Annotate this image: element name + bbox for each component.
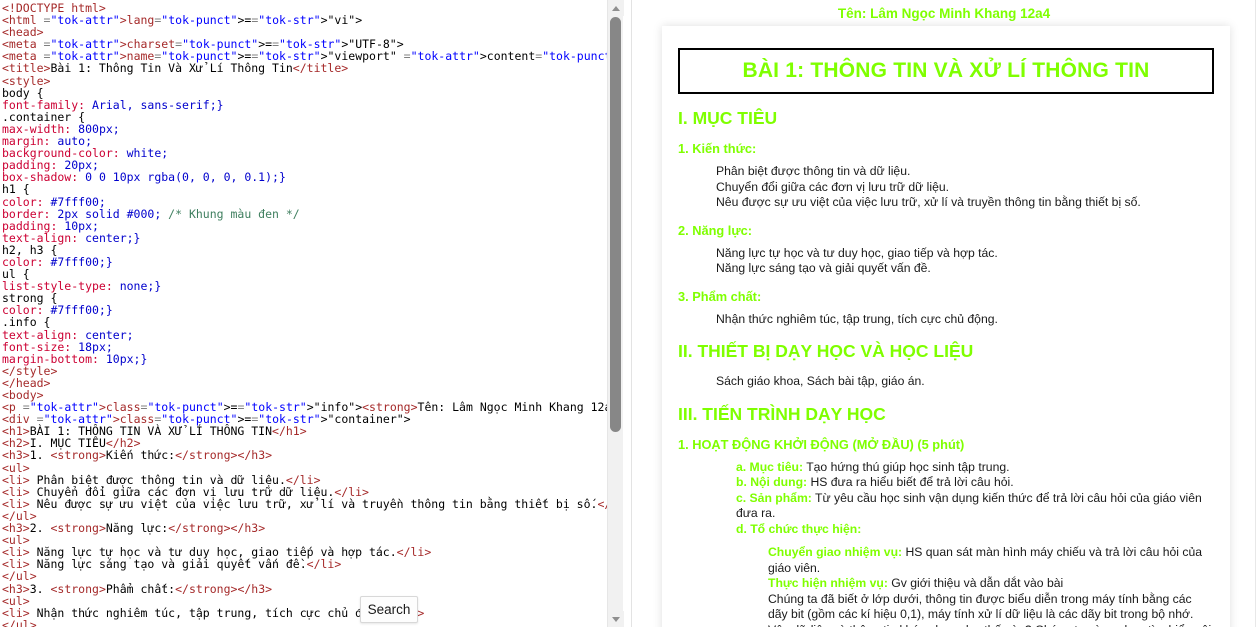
activity-item-text: Tạo hứng thú giúp học sinh tập trung. [803, 459, 1010, 474]
code-line: list-style-type: none;} [2, 279, 162, 294]
list-item: Nêu được sự ưu việt của việc lưu trữ, xử… [716, 195, 1141, 209]
list-item: Năng lực sáng tạo và giải quyết vấn đề. [716, 261, 931, 275]
code-line: font-family: Arial, sans-serif;} [2, 97, 224, 112]
code-line: max-width: 800px; [2, 121, 120, 136]
code-line: color: #7fff00;} [2, 303, 113, 318]
section-heading: III. TIẾN TRÌNH DẠY HỌC [678, 403, 886, 424]
search-button[interactable]: Search [360, 596, 418, 623]
source-code-pane[interactable]: <!DOCTYPE html> <html ="tok-attr">lang="t… [0, 0, 608, 627]
scroll-down-arrow-icon[interactable] [608, 611, 624, 627]
activity-item: a. Mục tiêu: Tạo hứng thú giúp học sinh … [736, 460, 1214, 476]
code-line: margin-bottom: 10px;} [2, 351, 148, 366]
activity-subitem-label: Chuyển giao nhiệm vụ: [768, 545, 903, 559]
code-line: text-align: center;} [2, 230, 141, 245]
scroll-up-arrow-icon[interactable] [608, 0, 624, 16]
activity-item: d. Tổ chức thực hiện: [736, 522, 1214, 538]
list-item: Phân biệt được thông tin và dữ liệu. [716, 164, 911, 178]
student-name-info: Tên: Lâm Ngọc Minh Khang 12a4 [837, 6, 1051, 21]
activity-item-list: a. Mục tiêu: Tạo hứng thú giúp học sinh … [678, 460, 1214, 538]
code-line: <li> Nhận thức nghiêm túc, tập trung, tí… [2, 605, 424, 620]
page-title: BÀI 1: THÔNG TIN VÀ XỬ LÍ THÔNG TIN [678, 48, 1214, 94]
code-line: <h3>2. <strong>Năng lực:</strong></h3> [2, 521, 266, 536]
subsection-heading: 1. HOẠT ĐỘNG KHỞI ĐỘNG (MỞ ĐẦU) (5 phút) [678, 436, 965, 452]
activity-subitem-list: Chuyển giao nhiệm vụ: HS quan sát màn hì… [678, 545, 1214, 627]
code-pane-scrollbar[interactable] [607, 0, 624, 627]
activity-subitem-label: Thực hiện nhiệm vụ: [768, 576, 888, 590]
code-line: <li> Năng lực sáng tạo và giải quyết vấn… [2, 557, 342, 572]
rendered-preview-pane: Tên: Lâm Ngọc Minh Khang 12a4 BÀI 1: THÔ… [632, 0, 1256, 627]
item-list: Sách giáo khoa, Sách bài tập, giáo án. [678, 374, 1214, 390]
code-line: </ul> [2, 617, 37, 627]
list-item: Sách giáo khoa, Sách bài tập, giáo án. [716, 374, 925, 388]
activity-item-text: HS đưa ra hiểu biết để trả lời câu hỏi. [807, 475, 1014, 489]
activity-subitem: Chuyển giao nhiệm vụ: HS quan sát màn hì… [768, 545, 1214, 576]
activity-item-label: a. Mục tiêu: [736, 459, 804, 474]
code-line: <h3>3. <strong>Phẩm chất:</strong></h3> [2, 581, 273, 596]
activity-subitem: Chúng ta đã biết ở lớp dưới, thông tin đ… [768, 592, 1214, 627]
list-item: Chuyển đổi giữa các đơn vị lưu trữ dữ li… [716, 179, 950, 194]
code-line: <title>Bài 1: Thông Tin Và Xử Lí Thông T… [2, 61, 349, 76]
section-heading: II. THIẾT BỊ DẠY HỌC VÀ HỌC LIỆU [678, 341, 974, 361]
scrollbar-thumb[interactable] [610, 17, 621, 432]
activity-item: b. Nội dung: HS đưa ra hiểu biết để trả … [736, 475, 1214, 491]
activity-item: c. Sản phẩm: Từ yêu cầu học sinh vận dụn… [736, 491, 1214, 522]
code-line: </style> [2, 363, 58, 378]
activity-item-label: d. Tổ chức thực hiện: [736, 521, 862, 536]
subsection-heading: 1. Kiến thức: [678, 141, 757, 156]
code-line: <style> [2, 73, 51, 88]
activity-item-label: c. Sản phẩm: [736, 490, 812, 505]
section-heading: I. MỤC TIÊU [678, 108, 778, 128]
list-item: Nhận thức nghiêm túc, tập trung, tích cự… [716, 311, 998, 326]
subsection-heading: 3. Phẩm chất: [678, 288, 762, 304]
code-line: </head> [2, 375, 51, 390]
lesson-sections: I. MỤC TIÊU 1. Kiến thức: Phân biệt được t… [678, 108, 1214, 452]
app-root: <!DOCTYPE html> <html ="tok-attr">lang="t… [0, 0, 1256, 627]
activity-subitem-text: Gv giới thiệu và dẫn dắt vào bài [887, 576, 1064, 590]
item-list: Năng lực tự học và tư duy học, giao tiếp… [678, 246, 1214, 277]
activity-item-label: b. Nội dung: [736, 475, 808, 489]
code-line: color: #7fff00;} [2, 254, 113, 269]
item-list: Nhận thức nghiêm túc, tập trung, tích cự… [678, 312, 1214, 328]
subsection-heading: 2. Năng lực: [678, 222, 752, 238]
activity-subitem-text: Chúng ta đã biết ở lớp dưới, thông tin đ… [768, 591, 1211, 627]
item-list: Phân biệt được thông tin và dữ liệu. Chuy… [678, 164, 1214, 211]
activity-subitem: Thực hiện nhiệm vụ: Gv giới thiệu và dẫn… [768, 576, 1214, 592]
source-code-text[interactable]: <!DOCTYPE html> <html ="tok-attr">lang="t… [0, 0, 608, 627]
code-line: <h3>1. <strong>Kiến thức:</strong></h3> [2, 448, 273, 463]
code-line: <li> Nêu được sự ưu việt của việc lưu tr… [2, 496, 608, 511]
code-line: <html ="tok-attr">lang="tok-punct">=="to… [2, 13, 363, 28]
list-item: Năng lực tự học và tư duy học, giao tiếp… [716, 245, 998, 260]
lesson-container: BÀI 1: THÔNG TIN VÀ XỬ LÍ THÔNG TIN I. M… [662, 26, 1230, 627]
code-line: box-shadow: 0 0 10px rgba(0, 0, 0, 0.1);… [2, 170, 286, 185]
